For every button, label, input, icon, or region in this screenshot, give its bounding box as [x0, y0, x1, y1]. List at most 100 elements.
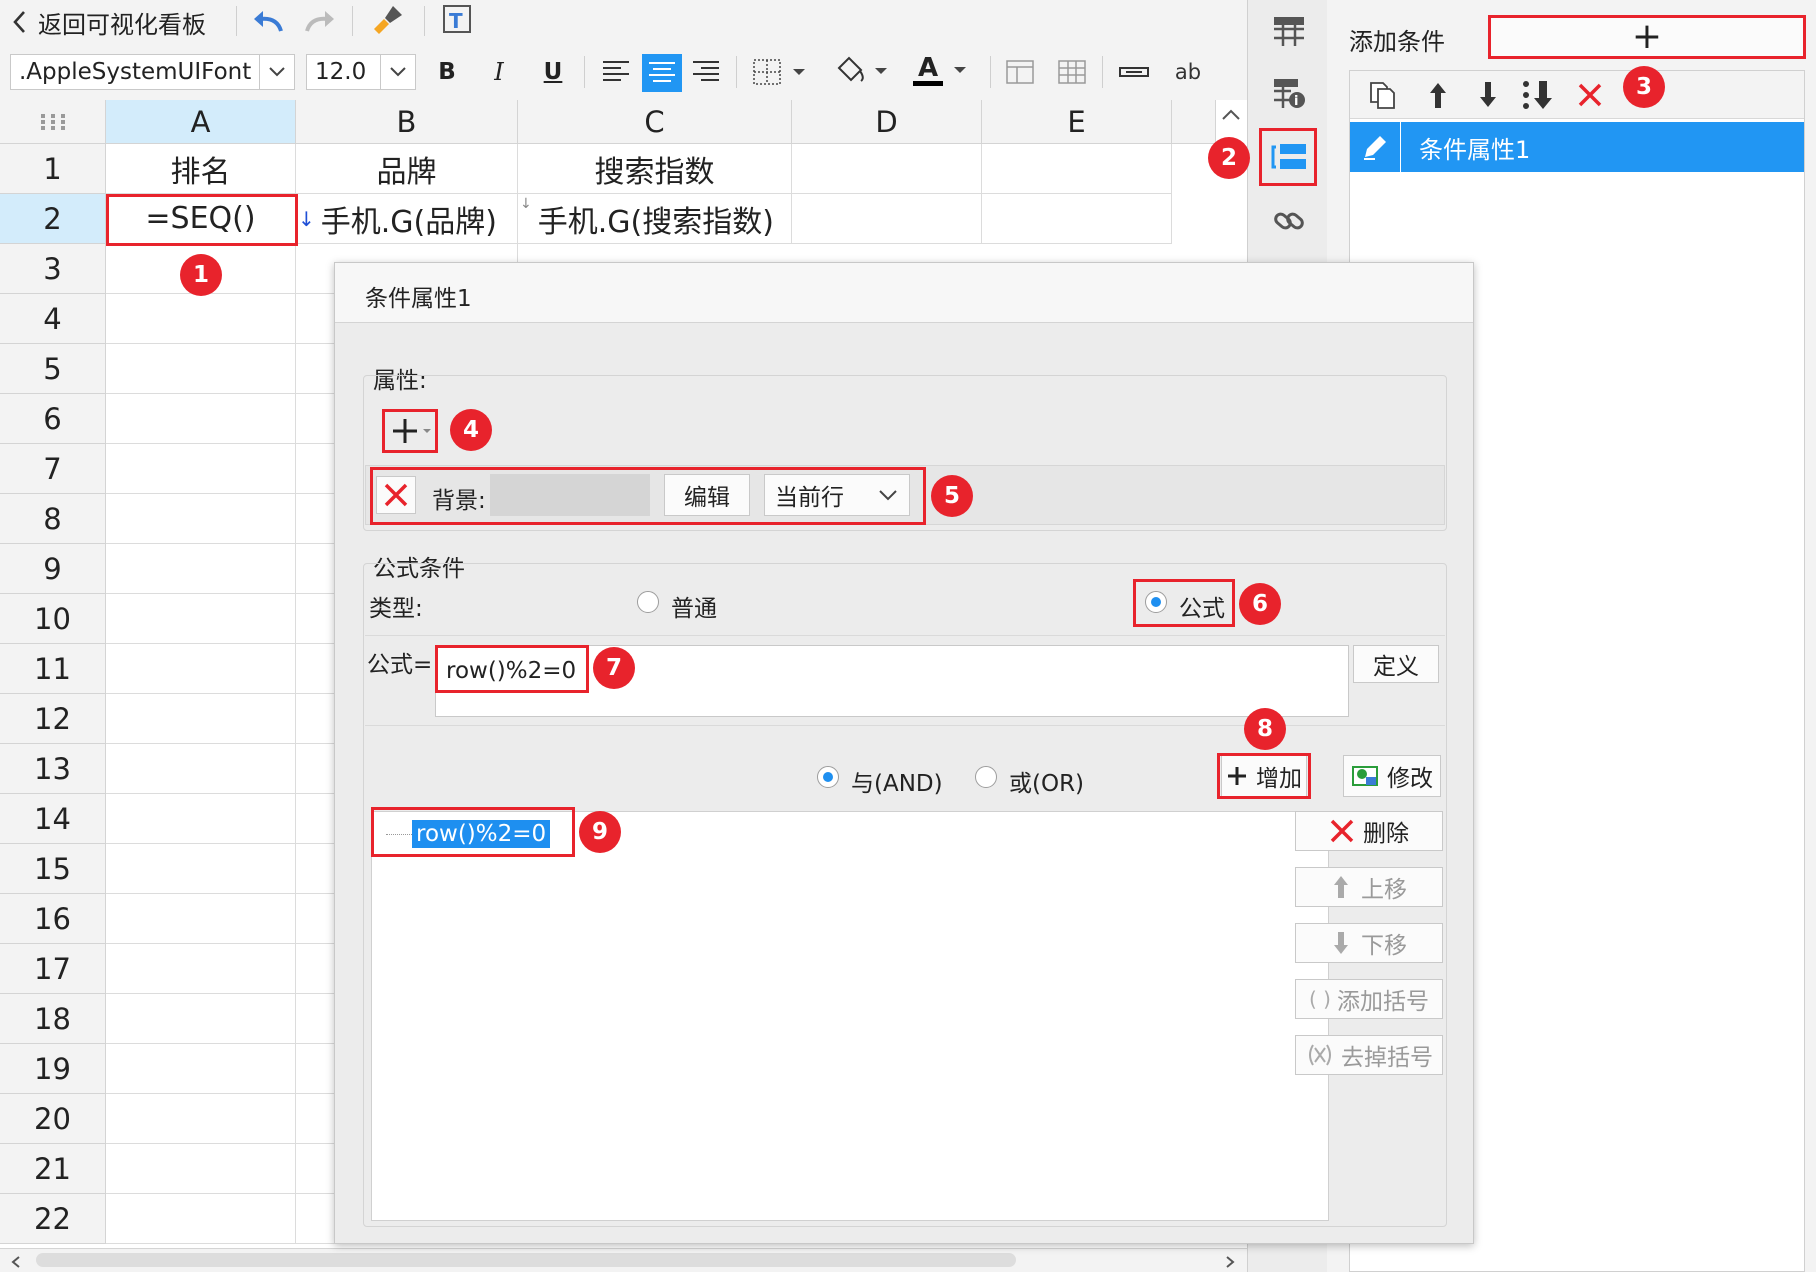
grid-cell[interactable]: [106, 994, 296, 1044]
grid-cell[interactable]: [106, 544, 296, 594]
row-header[interactable]: 12: [0, 694, 106, 744]
condition-attribute-button[interactable]: [1268, 136, 1310, 178]
column-header-c[interactable]: C: [518, 100, 792, 144]
scrollbar-thumb[interactable]: [36, 1253, 1016, 1267]
add-attribute-button[interactable]: [385, 411, 437, 451]
cell-c2[interactable]: ↓ 手机.G(搜索指数): [518, 194, 792, 244]
back-button[interactable]: 返回可视化看板: [10, 4, 206, 40]
cell-d1[interactable]: [792, 144, 982, 194]
grid-cell[interactable]: [106, 494, 296, 544]
formula-input[interactable]: row()%2=0: [435, 645, 1349, 717]
define-button[interactable]: 定义: [1353, 645, 1439, 683]
bold-button[interactable]: B: [432, 54, 462, 90]
undo-button[interactable]: [248, 4, 288, 38]
row-header[interactable]: 1: [0, 144, 106, 194]
merge-button[interactable]: [1114, 54, 1154, 90]
font-size-select[interactable]: 12.0: [306, 54, 416, 90]
column-header-d[interactable]: D: [792, 100, 982, 144]
align-right-button[interactable]: [688, 54, 724, 90]
row-header[interactable]: 3: [0, 244, 106, 294]
border-button[interactable]: [748, 54, 814, 90]
row-header[interactable]: 17: [0, 944, 106, 994]
cell-e1[interactable]: [982, 144, 1172, 194]
add-condition-button[interactable]: +: [1489, 16, 1805, 58]
row-header[interactable]: 8: [0, 494, 106, 544]
move-up-condition-button[interactable]: 上移: [1295, 867, 1443, 907]
row-header[interactable]: 7: [0, 444, 106, 494]
scroll-up-button[interactable]: [1216, 100, 1246, 130]
move-down-condition-button[interactable]: 下移: [1295, 923, 1443, 963]
column-header-b[interactable]: B: [296, 100, 518, 144]
font-name-select[interactable]: .AppleSystemUIFont: [10, 54, 295, 90]
grid-cell[interactable]: [106, 444, 296, 494]
cell-element-button[interactable]: [1268, 10, 1310, 52]
format-brush-button[interactable]: [368, 2, 408, 38]
font-color-button[interactable]: A: [906, 50, 976, 90]
fill-color-button[interactable]: [830, 52, 896, 90]
row-header[interactable]: 11: [0, 644, 106, 694]
type-formula-radio[interactable]: [1145, 591, 1167, 613]
grid-cell[interactable]: [106, 944, 296, 994]
row-header[interactable]: 20: [0, 1094, 106, 1144]
or-radio[interactable]: [975, 766, 997, 788]
cell-b1[interactable]: 品牌: [296, 144, 518, 194]
remove-paren-button[interactable]: 去掉括号: [1295, 1035, 1443, 1075]
delete-condition-button[interactable]: [1572, 77, 1608, 113]
move-down-button[interactable]: [1470, 77, 1506, 113]
row-header[interactable]: 15: [0, 844, 106, 894]
hyperlink-button[interactable]: [1268, 200, 1310, 242]
row-header[interactable]: 9: [0, 544, 106, 594]
text-format-button[interactable]: T: [438, 2, 478, 38]
grid-cell[interactable]: [106, 594, 296, 644]
row-header[interactable]: 14: [0, 794, 106, 844]
copy-button[interactable]: [1364, 77, 1400, 113]
row-header[interactable]: 2: [0, 194, 106, 244]
condition-tree-item[interactable]: row()%2=0: [412, 820, 551, 848]
column-header-a[interactable]: A: [106, 100, 296, 144]
row-header[interactable]: 22: [0, 1194, 106, 1244]
scope-select[interactable]: 当前行: [764, 474, 910, 516]
modify-condition-button[interactable]: 修改: [1343, 755, 1441, 797]
row-header[interactable]: 10: [0, 594, 106, 644]
cell-d2[interactable]: [792, 194, 982, 244]
grid-cell[interactable]: [106, 1094, 296, 1144]
column-header-e[interactable]: E: [982, 100, 1172, 144]
cell-c1[interactable]: 搜索指数: [518, 144, 792, 194]
cell-a2[interactable]: =SEQ(): [106, 194, 296, 244]
wrap-text-button[interactable]: ab: [1168, 54, 1208, 90]
grid-cell[interactable]: [106, 894, 296, 944]
and-radio[interactable]: [817, 766, 839, 788]
row-header[interactable]: 19: [0, 1044, 106, 1094]
cell-attribute-button[interactable]: i: [1268, 72, 1310, 114]
add-paren-button[interactable]: ( ) 添加括号: [1295, 979, 1443, 1019]
grid-cell[interactable]: [106, 794, 296, 844]
grid-cell[interactable]: [106, 844, 296, 894]
type-normal-radio[interactable]: [637, 591, 659, 613]
grid-cell[interactable]: [106, 344, 296, 394]
cell-a1[interactable]: 排名: [106, 144, 296, 194]
italic-button[interactable]: I: [484, 54, 514, 90]
grid-cell[interactable]: [106, 694, 296, 744]
grid-cell[interactable]: [106, 644, 296, 694]
move-bottom-button[interactable]: [1518, 77, 1558, 113]
align-left-button[interactable]: [598, 54, 634, 90]
grid-corner[interactable]: [0, 100, 106, 144]
grid-cell[interactable]: [106, 744, 296, 794]
condition-list-item[interactable]: 条件属性1: [1350, 122, 1804, 172]
delete-condition-item-button[interactable]: 删除: [1295, 811, 1443, 851]
row-header[interactable]: 18: [0, 994, 106, 1044]
grid-button[interactable]: [1054, 54, 1090, 90]
edit-background-button[interactable]: 编辑: [664, 474, 750, 516]
grid-cell[interactable]: [106, 1194, 296, 1244]
row-header[interactable]: 6: [0, 394, 106, 444]
row-header[interactable]: 5: [0, 344, 106, 394]
grid-cell[interactable]: [106, 1044, 296, 1094]
freeze-button[interactable]: [1002, 54, 1038, 90]
cell-b2[interactable]: ↓ 手机.G(品牌): [296, 194, 518, 244]
move-up-button[interactable]: [1420, 77, 1456, 113]
add-condition-item-button[interactable]: 增加: [1221, 755, 1307, 797]
row-header[interactable]: 13: [0, 744, 106, 794]
grid-cell[interactable]: [106, 294, 296, 344]
grid-cell[interactable]: [106, 1144, 296, 1194]
grid-cell[interactable]: [106, 394, 296, 444]
